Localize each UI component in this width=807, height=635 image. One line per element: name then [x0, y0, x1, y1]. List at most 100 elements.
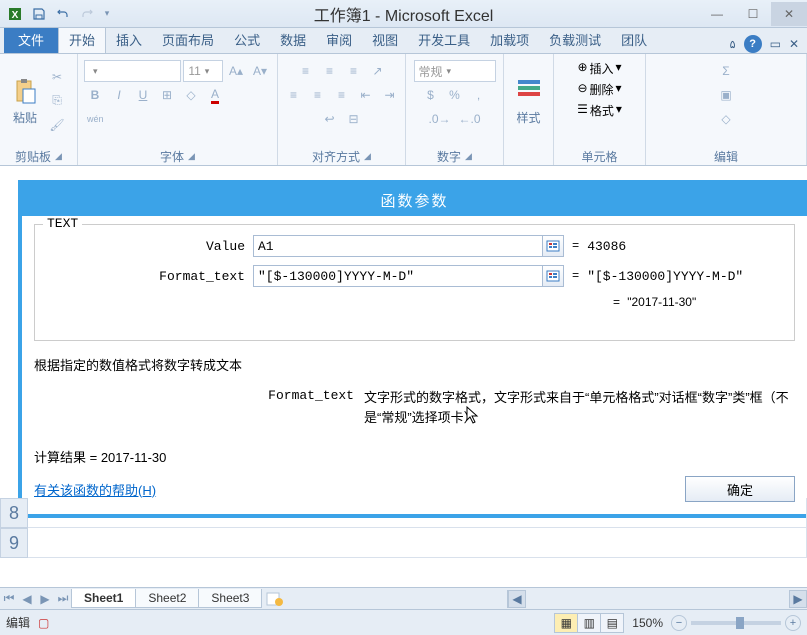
sheet-tab-3[interactable]: Sheet3: [198, 589, 262, 608]
normal-view-icon[interactable]: ▦: [554, 613, 578, 633]
paste-button[interactable]: 粘贴: [4, 75, 46, 126]
italic-icon[interactable]: I: [108, 84, 130, 106]
status-bar: 编辑 ▢ ▦ ▥ ▤ 150% − +: [0, 609, 807, 635]
zoom-track[interactable]: [691, 621, 781, 625]
help-icon[interactable]: ?: [744, 35, 762, 53]
cut-icon[interactable]: ✂: [46, 66, 68, 88]
tab-data[interactable]: 数据: [270, 26, 316, 53]
value-input[interactable]: [253, 235, 543, 257]
sheet-nav-prev-icon[interactable]: ◀: [18, 590, 36, 608]
excel-icon[interactable]: X: [4, 3, 26, 25]
tab-addins[interactable]: 加载项: [480, 26, 539, 53]
increase-font-icon[interactable]: A▴: [225, 60, 247, 82]
format-text-ref-button[interactable]: [542, 265, 564, 287]
restore-window-icon[interactable]: ▭: [770, 37, 781, 51]
sheet-nav-first-icon[interactable]: ⏮: [0, 590, 18, 608]
minimize-ribbon-icon[interactable]: ۵: [730, 38, 736, 51]
decrease-font-icon[interactable]: A▾: [249, 60, 271, 82]
new-sheet-icon[interactable]: [262, 590, 288, 608]
page-break-view-icon[interactable]: ▤: [600, 613, 624, 633]
underline-icon[interactable]: U: [132, 84, 154, 106]
font-group-label: 字体: [160, 148, 184, 165]
sheet-tab-1[interactable]: Sheet1: [71, 589, 136, 608]
redo-icon[interactable]: [76, 3, 98, 25]
merge-cells-icon[interactable]: ⊟: [343, 108, 365, 130]
tab-page-layout[interactable]: 页面布局: [152, 26, 224, 53]
zoom-thumb[interactable]: [736, 617, 744, 629]
scroll-right-icon[interactable]: ▶: [789, 590, 807, 608]
tab-home[interactable]: 开始: [58, 25, 106, 53]
fill-color-icon[interactable]: ◇: [180, 84, 202, 106]
macro-record-icon[interactable]: ▢: [38, 616, 49, 630]
font-color-icon[interactable]: A: [204, 84, 226, 106]
inner-close-icon[interactable]: ✕: [789, 37, 799, 51]
format-cells-button[interactable]: ☰格式▾: [577, 102, 622, 119]
qat-dropdown-icon[interactable]: ▾: [100, 3, 114, 25]
align-left-icon[interactable]: ≡: [283, 84, 305, 106]
page-layout-view-icon[interactable]: ▥: [577, 613, 601, 633]
tab-view[interactable]: 视图: [362, 26, 408, 53]
phonetic-icon[interactable]: wén: [84, 108, 107, 130]
styles-button[interactable]: 样式: [508, 75, 549, 126]
row-header-8[interactable]: 8: [0, 498, 28, 528]
align-middle-icon[interactable]: ≡: [319, 60, 341, 82]
close-button[interactable]: ✕: [771, 2, 807, 26]
function-help-link[interactable]: 有关该函数的帮助(H): [34, 480, 156, 499]
cell[interactable]: [28, 498, 807, 528]
tab-file[interactable]: 文件: [4, 26, 58, 53]
bold-icon[interactable]: B: [84, 84, 106, 106]
delete-cells-button[interactable]: ⊖删除▾: [577, 81, 621, 98]
align-top-icon[interactable]: ≡: [295, 60, 317, 82]
zoom-level[interactable]: 150%: [632, 616, 663, 630]
group-cells: ⊕插入▾ ⊖删除▾ ☰格式▾ 单元格: [554, 54, 646, 165]
maximize-button[interactable]: ☐: [735, 2, 771, 26]
minimize-button[interactable]: —: [699, 2, 735, 26]
tab-review[interactable]: 审阅: [316, 26, 362, 53]
align-center-icon[interactable]: ≡: [307, 84, 329, 106]
zoom-out-icon[interactable]: −: [671, 615, 687, 631]
font-name-combo[interactable]: ▾: [84, 60, 181, 82]
increase-indent-icon[interactable]: ⇥: [379, 84, 401, 106]
increase-decimal-icon[interactable]: .0→: [425, 108, 453, 130]
tab-formulas[interactable]: 公式: [224, 26, 270, 53]
row-header-9[interactable]: 9: [0, 528, 28, 558]
value-ref-button[interactable]: [542, 235, 564, 257]
number-format-combo[interactable]: 常规▾: [414, 60, 496, 82]
copy-icon[interactable]: ⎘: [46, 90, 68, 112]
align-right-icon[interactable]: ≡: [331, 84, 353, 106]
align-bottom-icon[interactable]: ≡: [343, 60, 365, 82]
scroll-left-icon[interactable]: ◀: [508, 590, 526, 608]
orientation-icon[interactable]: ↗: [367, 60, 389, 82]
save-icon[interactable]: [28, 3, 50, 25]
percent-icon[interactable]: %: [444, 84, 466, 106]
horizontal-scrollbar[interactable]: ◀ ▶: [507, 590, 807, 608]
currency-icon[interactable]: $: [420, 84, 442, 106]
tab-insert[interactable]: 插入: [106, 26, 152, 53]
wrap-text-icon[interactable]: ↩: [319, 108, 341, 130]
zoom-slider[interactable]: − +: [671, 615, 801, 631]
format-text-input[interactable]: [253, 265, 543, 287]
border-icon[interactable]: ⊞: [156, 84, 178, 106]
sheet-tab-2[interactable]: Sheet2: [135, 589, 199, 608]
font-size-combo[interactable]: 11▾: [183, 60, 223, 82]
number-launcher-icon[interactable]: ◢: [465, 151, 472, 162]
comma-icon[interactable]: ,: [468, 84, 490, 106]
fill-icon[interactable]: ▣: [715, 84, 737, 106]
sheet-nav-next-icon[interactable]: ▶: [36, 590, 54, 608]
autosum-icon[interactable]: Σ: [715, 60, 737, 82]
tab-developer[interactable]: 开发工具: [408, 26, 480, 53]
clipboard-launcher-icon[interactable]: ◢: [55, 151, 62, 162]
undo-icon[interactable]: [52, 3, 74, 25]
clear-icon[interactable]: ◇: [715, 108, 737, 130]
font-launcher-icon[interactable]: ◢: [188, 151, 195, 162]
decrease-decimal-icon[interactable]: ←.0: [456, 108, 484, 130]
sheet-nav-last-icon[interactable]: ⏭: [54, 590, 72, 608]
tab-team[interactable]: 团队: [611, 26, 657, 53]
insert-cells-button[interactable]: ⊕插入▾: [577, 60, 621, 77]
tab-loadtest[interactable]: 负载测试: [539, 26, 611, 53]
cell[interactable]: [28, 528, 807, 558]
alignment-launcher-icon[interactable]: ◢: [364, 151, 371, 162]
decrease-indent-icon[interactable]: ⇤: [355, 84, 377, 106]
format-painter-icon[interactable]: 🖌: [46, 114, 68, 136]
zoom-in-icon[interactable]: +: [785, 615, 801, 631]
